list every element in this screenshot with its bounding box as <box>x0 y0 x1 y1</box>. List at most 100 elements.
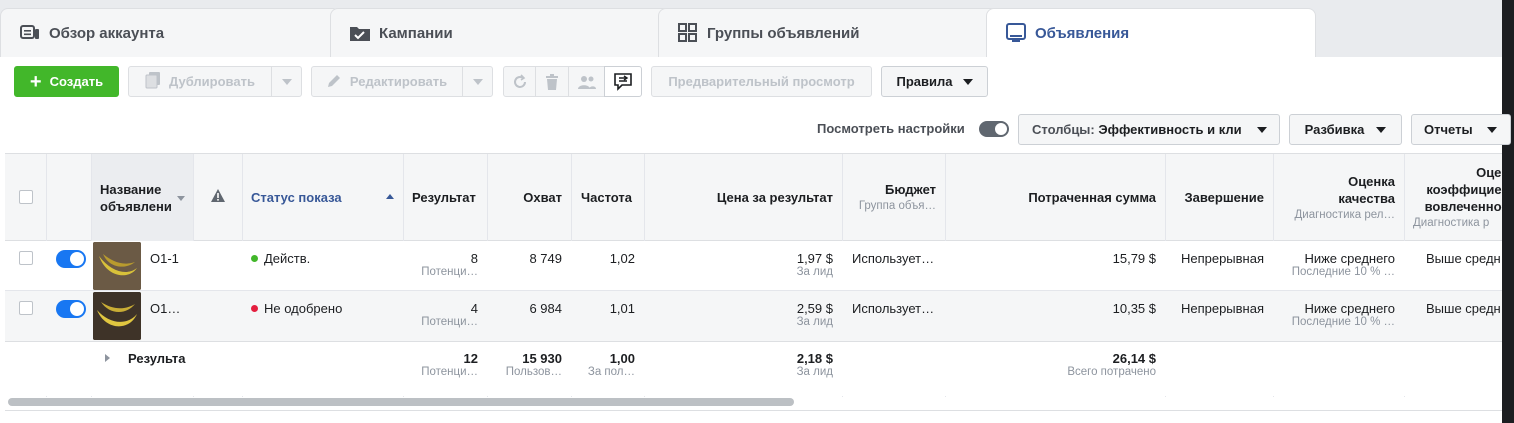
spent-cell: 10,35 $ <box>1112 301 1156 316</box>
cost-per-result-cell: 1,97 $ За лид <box>796 251 833 278</box>
edit-dropdown[interactable] <box>462 66 493 97</box>
results-cell: 4 Потенци… <box>421 301 478 328</box>
view-settings-toggle[interactable] <box>979 121 1009 137</box>
folder-check-icon <box>349 22 371 44</box>
chevron-down-icon <box>1486 126 1497 133</box>
duplicate-icon <box>145 71 161 92</box>
table-footer <box>5 410 1502 423</box>
column-header-ends[interactable]: Завершение <box>1171 189 1264 206</box>
column-header-name[interactable]: Название объявлени <box>100 181 175 215</box>
table-row[interactable]: O1-1 Действ. 8 Потенци… 8 749 1,02 1,97 … <box>5 241 1502 291</box>
breakdown-label: Разбивка <box>1304 122 1365 137</box>
column-header-status[interactable]: Статус показа <box>251 189 342 206</box>
spent-cell: 15,79 $ <box>1112 251 1156 266</box>
create-button[interactable]: + Создать <box>14 66 119 97</box>
columns-dropdown[interactable]: Столбцы: Эффективность и кли <box>1018 114 1280 145</box>
budget-cell: Использует… <box>852 251 935 266</box>
ad-on-off-toggle[interactable] <box>56 250 86 268</box>
reports-dropdown[interactable]: Отчеты <box>1411 114 1511 145</box>
tab-label: Объявления <box>1035 24 1130 42</box>
people-icon <box>577 75 596 89</box>
chevron-down-icon <box>472 78 483 85</box>
column-header-results[interactable]: Результат <box>412 189 476 206</box>
reach-cell: 8 749 <box>529 251 562 266</box>
column-header-spent[interactable]: Потраченная сумма <box>951 189 1156 206</box>
totals-row: Результа 12 Потенци… 15 930 Пользов… 1,0… <box>5 342 1502 396</box>
audience-button[interactable] <box>568 66 605 97</box>
engagement-cell: Выше средн <box>1426 301 1501 316</box>
duplicate-button-label: Дублировать <box>169 74 255 89</box>
frequency-cell: 1,01 <box>609 301 635 316</box>
preview-button[interactable]: Предварительный просмотр <box>651 66 872 97</box>
reports-label: Отчеты <box>1424 122 1473 137</box>
columns-prefix: Столбцы: <box>1032 122 1099 137</box>
warning-icon <box>211 189 225 202</box>
tab-ad-sets[interactable]: Группы объявлений <box>658 8 998 57</box>
column-header-quality[interactable]: Оценка качества Диагностика рел… <box>1281 173 1396 224</box>
rules-button-label: Правила <box>896 74 953 89</box>
totals-spent: 26,14 $ Всего потрачено <box>1067 351 1156 378</box>
select-all-checkbox[interactable] <box>19 190 33 204</box>
refresh-button[interactable] <box>503 66 536 97</box>
chevron-down-icon <box>1376 126 1387 133</box>
edit-button-label: Редактировать <box>349 74 448 89</box>
chevron-down-icon <box>962 78 973 85</box>
chevron-down-icon <box>1257 127 1267 133</box>
ad-thumbnail[interactable] <box>93 242 141 290</box>
trash-icon <box>546 73 558 90</box>
tab-label: Кампании <box>379 24 453 42</box>
tab-campaigns[interactable]: Кампании <box>330 8 670 57</box>
budget-cell: Использует… <box>852 301 935 316</box>
refresh-icon <box>513 73 526 88</box>
view-settings-row: Посмотреть настройки Столбцы: Эффективно… <box>0 105 1511 153</box>
ad-on-off-toggle[interactable] <box>56 300 86 318</box>
tab-bar: Обзор аккаунта Кампании Группы объявлени… <box>0 0 1514 57</box>
preview-button-label: Предварительный просмотр <box>668 74 855 89</box>
ends-cell: Непрерывная <box>1180 251 1264 266</box>
tab-label: Обзор аккаунта <box>49 24 165 42</box>
expand-triangle-icon[interactable] <box>105 354 110 362</box>
column-header-frequency[interactable]: Частота <box>581 189 632 206</box>
column-header-cost-per-result[interactable]: Цена за результат <box>650 189 833 206</box>
plus-icon: + <box>29 70 42 93</box>
delivery-status: Действ. <box>251 251 310 266</box>
chevron-down-icon <box>281 78 292 85</box>
tab-account-overview[interactable]: Обзор аккаунта <box>0 8 340 57</box>
pencil-icon <box>327 73 342 91</box>
account-overview-icon <box>19 22 41 44</box>
ab-test-icon <box>614 72 632 91</box>
engagement-cell: Выше средн <box>1426 251 1501 266</box>
totals-cost: 2,18 $ За лид <box>796 351 833 378</box>
status-dot-rejected <box>251 305 258 312</box>
tab-ads[interactable]: Объявления <box>986 8 1316 57</box>
status-dot-active <box>251 255 258 262</box>
row-checkbox[interactable] <box>19 251 33 265</box>
duplicate-button[interactable]: Дублировать <box>128 66 272 97</box>
edit-button[interactable]: Редактировать <box>311 66 463 97</box>
column-header-engagement[interactable]: Оценка коэффициента вовлеченности Диагно… <box>1413 164 1514 232</box>
column-header-reach[interactable]: Охват <box>493 189 562 206</box>
horizontal-scrollbar[interactable] <box>8 398 794 406</box>
ad-name[interactable]: O1-1 <box>150 251 179 266</box>
frequency-cell: 1,02 <box>609 251 635 266</box>
totals-results: 12 Потенци… <box>421 351 478 378</box>
tab-label: Группы объявлений <box>707 24 860 42</box>
quality-cell: Ниже среднего Последние 10 % … <box>1291 251 1395 278</box>
delete-button[interactable] <box>535 66 569 97</box>
rules-button[interactable]: Правила <box>881 66 988 97</box>
table-row[interactable]: O1… Не одобрено 4 Потенци… 6 984 1,01 2,… <box>5 291 1502 341</box>
column-header-budget[interactable]: Бюджет Группа объя… <box>848 181 936 215</box>
grid-icon <box>677 22 699 44</box>
ad-thumbnail[interactable] <box>93 292 141 340</box>
sort-chevron-icon[interactable] <box>177 196 185 201</box>
create-button-label: Создать <box>49 74 104 89</box>
duplicate-dropdown[interactable] <box>271 66 302 97</box>
toolbar: + Создать Дублировать Редактировать Пред… <box>0 57 1502 105</box>
sort-asc-icon[interactable] <box>386 194 394 199</box>
row-checkbox[interactable] <box>19 301 33 315</box>
delivery-status: Не одобрено <box>251 301 342 316</box>
breakdown-dropdown[interactable]: Разбивка <box>1289 114 1402 145</box>
ad-name[interactable]: O1… <box>150 301 180 316</box>
ab-test-button[interactable] <box>604 66 642 97</box>
totals-reach: 15 930 Пользов… <box>505 351 562 378</box>
